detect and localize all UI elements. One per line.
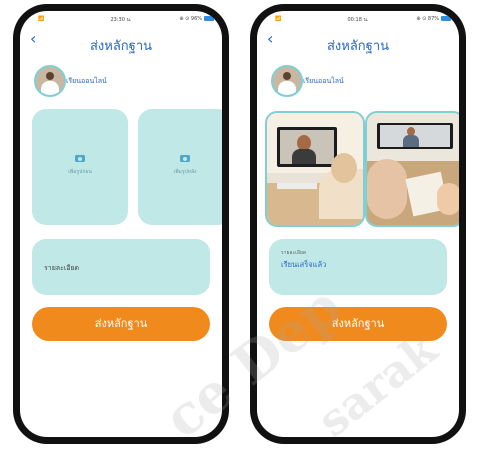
detail-label: รายละเอียด [281, 250, 307, 256]
camera-icon [180, 155, 190, 162]
status-battery-text: ⊕ ⊙ 87% [416, 16, 439, 22]
submit-button[interactable]: ส่งหลักฐาน [32, 307, 210, 341]
battery-icon [441, 16, 451, 21]
upload-front-photo-button[interactable]: เพิ่มรูปก่อน [32, 109, 128, 225]
detail-value: เรียนเสร็จแล้ว [281, 260, 327, 269]
page-title: ส่งหลักฐาน [89, 39, 153, 54]
upload-front-caption: เพิ่มรูปก่อน [68, 169, 92, 175]
back-photo[interactable] [365, 111, 459, 227]
upload-back-photo-button[interactable]: เพิ่มรูปหลัง [138, 109, 222, 225]
camera-icon [75, 155, 85, 162]
front-photo[interactable] [265, 111, 365, 227]
upload-back-caption: เพิ่มรูปหลัง [173, 169, 197, 175]
page-title: ส่งหลักฐาน [326, 39, 390, 54]
status-bar: 📶 00:18 น. ⊕ ⊙ 87% [257, 15, 459, 25]
battery-icon [204, 16, 214, 21]
status-battery-text: ⊕ ⊙ 96% [179, 16, 202, 22]
detail-input[interactable]: รายละเอียด [32, 239, 210, 295]
detail-placeholder: รายละเอียด [44, 264, 80, 272]
user-name: เรียนออนไลน์ [66, 77, 107, 85]
avatar [271, 65, 303, 97]
avatar [34, 65, 66, 97]
user-name: เรียนออนไลน์ [303, 77, 344, 85]
status-bar: 📶 23:30 น. ⊕ ⊙ 96% [20, 15, 222, 25]
